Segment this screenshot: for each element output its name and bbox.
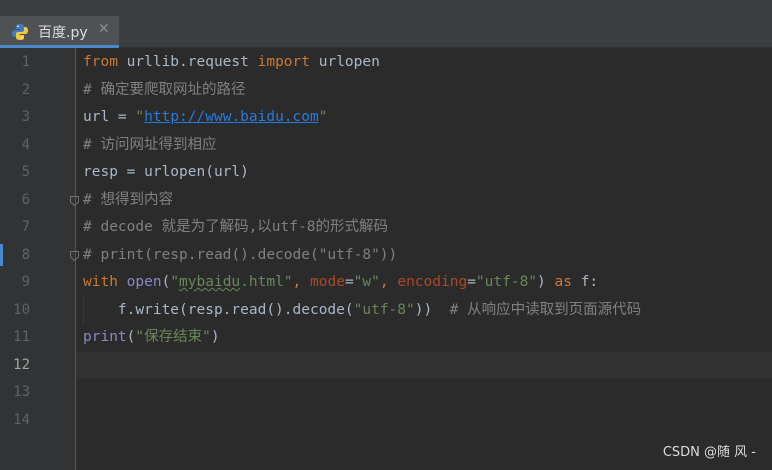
code-line[interactable]: with open("mybaidu.html", mode="w", enco… <box>83 269 598 296</box>
code-token: f.write(resp.read().decode( <box>83 301 354 318</box>
code-token: mode <box>310 274 345 290</box>
code-token: # decode 就是为了解码,以utf-8的形式解码 <box>83 219 388 235</box>
code-token: = <box>344 274 354 290</box>
code-token: "w" <box>353 274 380 290</box>
code-line[interactable]: # decode 就是为了解码,以utf-8的形式解码 <box>83 214 388 241</box>
tab-baidu-py[interactable]: 百度.py ✕ <box>0 16 119 48</box>
code-token: urllib.request <box>117 54 258 70</box>
code-token: # 想得到内容 <box>83 191 173 208</box>
code-token: print <box>83 329 127 345</box>
line-number: 8 <box>21 246 30 263</box>
code-token: # 从响应中读取到页面源代码 <box>449 301 642 318</box>
line-number: 12 <box>13 356 30 373</box>
fold-end-icon[interactable] <box>70 251 79 261</box>
line-number: 4 <box>21 136 30 153</box>
code-token: " <box>135 109 145 125</box>
code-line[interactable]: # print(resp.read().decode("utf-8")) <box>83 242 397 269</box>
code-token: , <box>379 274 398 290</box>
csdn-watermark: CSDN @随 风 - <box>662 445 756 460</box>
code-line[interactable]: # 访问网址得到相应 <box>83 132 216 159</box>
code-line[interactable]: # 想得到内容 <box>83 187 173 214</box>
code-line[interactable]: from urllib.request import urlopen <box>83 49 380 76</box>
code-token: from <box>83 54 118 70</box>
line-number: 10 <box>13 301 30 318</box>
current-line-highlight <box>76 352 772 379</box>
code-token: encoding <box>397 274 468 290</box>
code-token: open <box>126 274 162 290</box>
code-line[interactable]: url = "http://www.baidu.com" <box>83 104 327 131</box>
window-top-bar <box>0 0 772 16</box>
line-number: 11 <box>13 329 30 345</box>
line-number: 6 <box>21 191 30 208</box>
code-token: as <box>554 274 572 290</box>
line-number: 14 <box>13 411 30 428</box>
line-number: 1 <box>21 54 30 70</box>
code-token: .html" <box>240 274 293 290</box>
code-token: url = <box>83 109 136 125</box>
code-token: " <box>170 274 180 290</box>
code-token: "utf-8" <box>353 301 415 318</box>
python-file-icon <box>12 24 28 40</box>
code-token: with <box>83 274 118 290</box>
code-token: ) <box>537 274 555 290</box>
close-icon[interactable]: ✕ <box>98 21 110 37</box>
line-number: 7 <box>21 219 30 235</box>
code-token: " <box>318 109 328 125</box>
code-token: # 访问网址得到相应 <box>83 136 217 153</box>
line-number: 13 <box>13 384 30 400</box>
code-token: ) <box>210 329 220 345</box>
code-token: resp = urlopen(url) <box>83 164 249 180</box>
line-number: 2 <box>21 81 30 98</box>
fold-end-icon[interactable] <box>70 196 79 206</box>
tab-label: 百度.py <box>38 25 88 41</box>
line-number: 3 <box>21 109 30 125</box>
code-line[interactable]: resp = urlopen(url) <box>83 159 249 186</box>
code-token: )) <box>414 301 450 318</box>
code-token: , <box>292 274 311 290</box>
code-token: "保存结束" <box>135 329 211 345</box>
code-token: ( <box>161 274 171 290</box>
code-line[interactable]: f.write(resp.read().decode("utf-8")) # 从… <box>83 297 641 324</box>
code-token: mybaidu <box>179 274 241 290</box>
line-number: 9 <box>21 274 30 290</box>
code-line[interactable]: print("保存结束") <box>83 324 220 351</box>
code-token: # 确定要爬取网址的路径 <box>83 81 246 98</box>
code-token: = <box>467 274 476 290</box>
code-line[interactable]: # 确定要爬取网址的路径 <box>83 77 245 104</box>
code-token: urlopen <box>310 54 380 70</box>
code-token: import <box>257 54 310 70</box>
code-token: http://www.baidu.com <box>144 109 319 125</box>
code-token: "utf-8" <box>475 274 538 290</box>
line-number: 5 <box>21 164 30 180</box>
code-token: # print(resp.read().decode("utf-8")) <box>83 246 398 263</box>
code-token: f: <box>571 274 599 290</box>
editor-tab-bar: 百度.py ✕ <box>0 16 772 48</box>
